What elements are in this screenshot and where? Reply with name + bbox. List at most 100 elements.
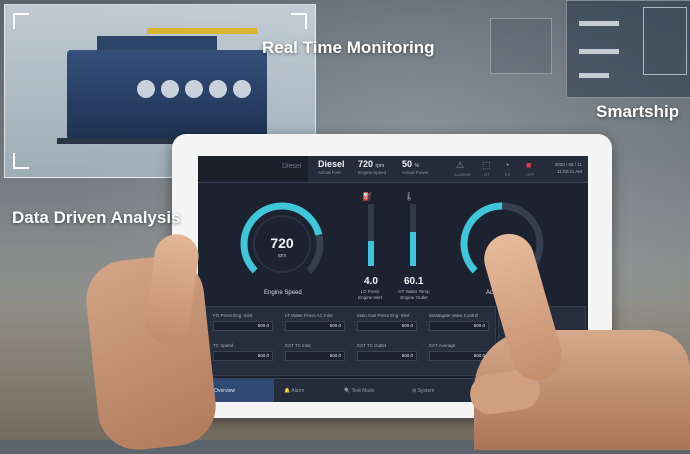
datetime: 2020 / 05 / 11 11:02:41 AM [555, 161, 582, 175]
field-value-box: 500.0 [357, 321, 417, 331]
engine-pipe [147, 28, 257, 34]
real-time-monitoring-label: Real Time Monitoring [262, 38, 435, 57]
field-fo-press: FO Press Eng. Inlet 500.0 [213, 313, 273, 331]
ht-water-temp-value: 60.1 [404, 276, 424, 287]
field-label: EXT TC Outlet [357, 343, 387, 348]
engine-speed-label: Engine Speed [264, 290, 302, 296]
field-value: 500.0 [329, 353, 341, 358]
oil-can-icon: ⛽ [362, 192, 372, 201]
smartship-row [579, 49, 619, 54]
smartship-label: Smartship [596, 102, 680, 121]
parameter-panel: FO Press Eng. Inlet 500.0 LT Water Press… [204, 306, 496, 376]
es-icon-label: ES [505, 172, 511, 177]
power-label: Actual Power [402, 170, 429, 175]
nav-test-mode[interactable]: 🔍 Test Mode [344, 379, 375, 402]
power-stat: 50 % Actual Power [402, 159, 429, 175]
speed-label: Engine Speed [358, 170, 387, 175]
field-ext-tc-inlet: EXT TC Inlet 500.0 [285, 343, 345, 361]
field-lt-water-press: LT Water Press AC Inlet 500.0 [285, 313, 345, 331]
field-main-gas-press: Main Gas Press Eng. Inlet 500.0 [357, 313, 417, 331]
ht-water-temp-bar-fill [410, 231, 416, 266]
ht-water-temp-label: HT Water Temp Engine Outlet [394, 289, 434, 301]
engine-illustration [57, 28, 277, 144]
engine-cylinder [185, 80, 203, 98]
smartship-panel [566, 0, 690, 98]
alarm-warning-icon[interactable]: ⚠ [456, 160, 464, 171]
time-text: 11:02:41 AM [557, 169, 582, 174]
field-value-box: 500.0 [285, 321, 345, 331]
ship-layout-map [643, 7, 687, 75]
thermometer-icon: 🌡 [404, 192, 415, 201]
gt-icon-label: GT [484, 172, 490, 177]
field-ext-average: EXT Average 500.0 [429, 343, 489, 361]
field-value-box: 500.0 [429, 351, 489, 361]
field-label: Main Gas Press Eng. Inlet [357, 313, 410, 318]
field-label: EXT TC Inlet [285, 343, 311, 348]
field-label: Wastegate Valve Control [429, 313, 479, 318]
ht-water-temp-label-line2: Engine Outlet [400, 295, 428, 300]
gt-icon[interactable]: ⬚ [482, 160, 491, 171]
speed-stat: 720 rpm Engine Speed [358, 159, 386, 175]
system-icon: ⊞ [412, 388, 417, 394]
lo-press-label-line2: Engine Inlet [358, 295, 382, 300]
ht-water-temp-bar [410, 204, 416, 266]
engine-cylinder [161, 80, 179, 98]
field-value: 500.0 [401, 353, 413, 358]
field-wastegate-valve: Wastegate Valve Control 500.0 [429, 313, 489, 331]
alarm-icon-label: ALARMS [454, 172, 471, 177]
frame-corner [13, 153, 29, 169]
lo-press-bar [368, 204, 374, 266]
nav-alarm[interactable]: 🔔 Alarm [284, 379, 304, 402]
field-tc-speed: TC Speed 500.0 [213, 343, 273, 361]
field-value-box: 500.0 [429, 321, 489, 331]
smartship-row [579, 21, 619, 26]
field-value: 500.0 [329, 323, 341, 328]
engine-type-label: Diesel [282, 163, 302, 170]
engine-speed-gauge: 720 rpm [240, 202, 324, 286]
field-value-box: 500.0 [285, 351, 345, 361]
nav-system[interactable]: ⊞ System [412, 379, 434, 402]
field-value: 500.0 [257, 323, 269, 328]
lo-press-label: LO Press Engine Inlet [350, 289, 390, 301]
field-value: 500.0 [401, 323, 413, 328]
field-value-box: 500.0 [213, 321, 273, 331]
lo-press-bar-fill [368, 241, 374, 266]
frame-corner [13, 13, 29, 29]
nav-alarm-label: Alarm [291, 388, 305, 394]
field-label: LT Water Press AC Inlet [285, 313, 333, 318]
field-value-box: 500.0 [357, 351, 417, 361]
smartship-row [579, 73, 609, 78]
fuel-label: Actual Fuel [318, 170, 341, 175]
field-value-box: 500.0 [213, 351, 273, 361]
frame-corner [291, 13, 307, 29]
field-value: 500.0 [257, 353, 269, 358]
engine-top [97, 36, 217, 50]
date-text: 2020 / 05 / 11 [554, 162, 582, 167]
floating-data-panel [490, 18, 552, 74]
nav-overview-label: Overview [214, 388, 235, 394]
engine-speed-value: 720 [270, 235, 294, 251]
search-icon: 🔍 [344, 388, 351, 394]
nav-test-mode-label: Test Mode [351, 388, 375, 394]
fuel-value: Diesel [318, 159, 345, 169]
power-off-icon[interactable]: ■ [526, 160, 531, 170]
engine-cylinder [137, 80, 155, 98]
field-label: EXT Average [429, 343, 456, 348]
emergency-stop-icon[interactable]: ◔ [504, 160, 509, 170]
engine-speed-unit: rpm [278, 253, 287, 259]
lo-press-value: 4.0 [364, 276, 378, 287]
data-driven-analysis-label: Data Driven Analysis [12, 208, 181, 227]
field-label: TC Speed [213, 343, 234, 348]
bell-icon: 🔔 [284, 388, 291, 394]
engine-cylinder [209, 80, 227, 98]
fuel-stat: Diesel Actual Fuel [318, 159, 345, 175]
speed-value: 720 [358, 159, 374, 169]
off-icon-label: OFF [526, 172, 534, 177]
field-ext-tc-outlet: EXT TC Outlet 500.0 [357, 343, 417, 361]
speed-unit: rpm [375, 163, 385, 169]
field-value: 500.0 [473, 323, 485, 328]
power-value: 50 [402, 159, 413, 169]
nav-system-label: System [417, 388, 435, 394]
power-unit: % [414, 163, 419, 169]
engine-cylinder [233, 80, 251, 98]
